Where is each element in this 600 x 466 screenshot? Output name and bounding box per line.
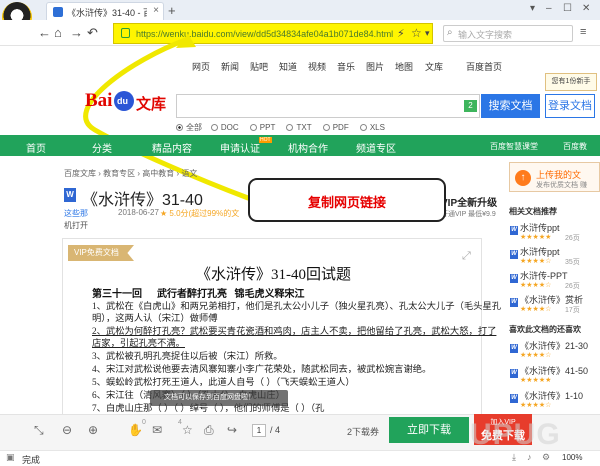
share-icon[interactable]: ↪ xyxy=(227,423,237,437)
zoom-level[interactable]: 100% xyxy=(562,453,582,462)
login-docs-button[interactable]: 登录文档 xyxy=(545,94,595,118)
doc-line: 4、宋江对武松说他要去清风寨知寨小李广花荣处，随武松同去，被武松婉言谢绝。 xyxy=(92,365,432,375)
topnav-item[interactable]: 图片 xyxy=(366,60,384,73)
liked-doc-stars: ★★★★☆ xyxy=(520,402,552,409)
search-docs-button[interactable]: 搜索文档 xyxy=(481,94,540,118)
doc-line: 5、蜈蚣岭武松打死王道人，此道人自号（ ）（飞天蜈蚣王道人） xyxy=(92,378,355,388)
related-doc-pages: 17页 xyxy=(565,307,580,314)
doc-uploader[interactable]: 这些那 xyxy=(64,208,88,219)
expand-icon[interactable]: ⤡ xyxy=(34,423,44,438)
fullscreen-icon[interactable]: ⤢ xyxy=(462,250,471,263)
comment-icon[interactable]: ✉ xyxy=(152,423,162,437)
topnav-home-link[interactable]: 百度首页 xyxy=(466,60,502,73)
nav-partnership[interactable]: 机构合作 xyxy=(288,140,328,155)
upload-card[interactable]: ↑ 上传我的文 发布优质文档 赚 xyxy=(509,162,600,192)
nav-baidu-edu[interactable]: 百度教 xyxy=(563,141,587,152)
vip-upgrade-title[interactable]: VIP全新升级 xyxy=(441,194,497,209)
page-total: / 4 xyxy=(270,425,281,435)
topnav-item[interactable]: 贴吧 xyxy=(250,60,268,73)
bookmark-icon[interactable]: ☆ xyxy=(182,423,193,437)
related-docs-heading: 相关文档推荐 xyxy=(509,207,557,216)
wenku-logo[interactable]: 文库 xyxy=(136,93,166,114)
topnav-item[interactable]: 文库 xyxy=(425,60,443,73)
doc-line: 3、武松被孔明孔亮捉住以后被（宋江）所救。 xyxy=(92,352,283,362)
copy-link-callout: 复制网页链接 xyxy=(248,178,446,222)
like-icon[interactable]: ✋ xyxy=(128,423,143,437)
page-number-input[interactable]: 1 xyxy=(252,424,266,437)
status-text: 完成 xyxy=(22,455,41,465)
word-doc-icon: W xyxy=(510,344,518,353)
topnav-item[interactable]: 网页 xyxy=(192,60,210,73)
filter-pdf[interactable]: PDF xyxy=(322,123,349,132)
wenku-search-input[interactable]: 2 xyxy=(176,94,480,118)
topnav-item[interactable]: 知道 xyxy=(279,60,297,73)
related-doc-pages: 35页 xyxy=(565,259,580,266)
nav-home[interactable]: 首页 xyxy=(26,140,46,155)
word-doc-icon: W xyxy=(510,250,518,259)
vip-free-flag: VIP免费文档 xyxy=(68,245,134,261)
hot-badge: HOT xyxy=(259,137,272,143)
liked-docs-heading: 喜欢此文档的还喜欢 xyxy=(509,325,581,334)
filter-doc[interactable]: DOC xyxy=(210,123,239,132)
related-doc-stars: ★★★★☆ xyxy=(520,282,552,289)
liked-doc-stars: ★★★★★ xyxy=(520,377,552,384)
doc-date: 2018-06-27 xyxy=(118,208,159,217)
related-doc-pages: 26页 xyxy=(565,235,580,242)
word-doc-icon: W xyxy=(510,369,518,378)
open-hint: 机打开 xyxy=(64,221,88,230)
zoom-out-icon[interactable]: ⊖ xyxy=(62,423,72,437)
filter-ppt[interactable]: PPT xyxy=(249,123,275,132)
filter-xls[interactable]: XLS xyxy=(359,123,385,132)
doc-rating: ★ 5.0分(超过99%的文 xyxy=(160,209,240,218)
filter-all[interactable]: 全部 xyxy=(176,123,202,132)
nav-smart-classroom[interactable]: 百度智慧课堂 xyxy=(490,141,538,152)
related-doc-stars: ★★★★★ xyxy=(520,234,552,241)
upload-icon: ↑ xyxy=(515,170,531,186)
vip-upgrade-sub: 开通VIP 最低¥9.9 xyxy=(441,211,496,218)
doc-title: 《水浒传》31-40 xyxy=(82,192,203,209)
download-icon[interactable]: ⤓ xyxy=(512,452,516,463)
liked-doc-stars: ★★★★☆ xyxy=(520,352,552,359)
download-cost: 2下载券 xyxy=(347,427,380,437)
word-doc-icon: W xyxy=(510,274,518,283)
word-doc-icon: W xyxy=(64,188,76,202)
filetype-filters: 全部 DOC PPT TXT PDF XLS xyxy=(176,122,385,133)
nav-category[interactable]: 分类 xyxy=(92,140,112,155)
topnav-item[interactable]: 新闻 xyxy=(221,60,239,73)
related-doc-stars: ★★★★☆ xyxy=(520,306,552,313)
word-doc-icon: W xyxy=(510,226,518,235)
doc-line: 明），这两人认（宋江）做师傅 xyxy=(92,314,218,324)
filter-txt[interactable]: TXT xyxy=(286,123,312,132)
print-icon[interactable]: ⎙ xyxy=(204,423,214,438)
download-now-button[interactable]: 立即下载 xyxy=(389,417,469,443)
word-doc-icon: W xyxy=(510,298,518,307)
like-count: 0 xyxy=(142,419,146,426)
topnav-item[interactable]: 视频 xyxy=(308,60,326,73)
settings-icon[interactable]: ⚙ xyxy=(542,452,550,463)
status-bar xyxy=(0,450,600,466)
topnav-item[interactable]: 音乐 xyxy=(337,60,355,73)
word-doc-icon: W xyxy=(510,394,518,403)
related-doc-stars: ★★★★☆ xyxy=(520,258,552,265)
search-badge: 2 xyxy=(464,100,477,112)
login-tip-bubble: 您有1份新手 xyxy=(545,73,597,91)
callout-text: 复制网页链接 xyxy=(307,195,386,210)
upload-sub: 发布优质文档 赚 xyxy=(536,182,587,189)
topnav-item[interactable]: 地图 xyxy=(395,60,413,73)
doc-line: 店家，引起孔亮不满。 xyxy=(92,339,185,349)
doc-heading: 《水浒传》31-40回试题 xyxy=(196,267,351,283)
zoom-in-icon[interactable]: ⊕ xyxy=(88,423,98,437)
related-doc-pages: 26页 xyxy=(565,283,580,290)
save-to-netdisk-toast: 文档可以保存到百度网盘啦！ xyxy=(150,390,288,406)
baidu-logo-du: du xyxy=(117,96,128,106)
nav-channel[interactable]: 频道专区 xyxy=(356,140,396,155)
baidu-logo[interactable]: Bai xyxy=(85,90,112,112)
nav-certification[interactable]: 申请认证 xyxy=(220,140,260,155)
status-icon: ▣ xyxy=(6,452,15,462)
breadcrumb[interactable]: 百度文库 › 教育专区 › 高中教育 › 语文 xyxy=(64,168,197,179)
speaker-icon[interactable]: ♪ xyxy=(527,452,532,462)
nav-premium[interactable]: 精品内容 xyxy=(152,140,192,155)
watermark: UPUG xyxy=(470,418,561,451)
